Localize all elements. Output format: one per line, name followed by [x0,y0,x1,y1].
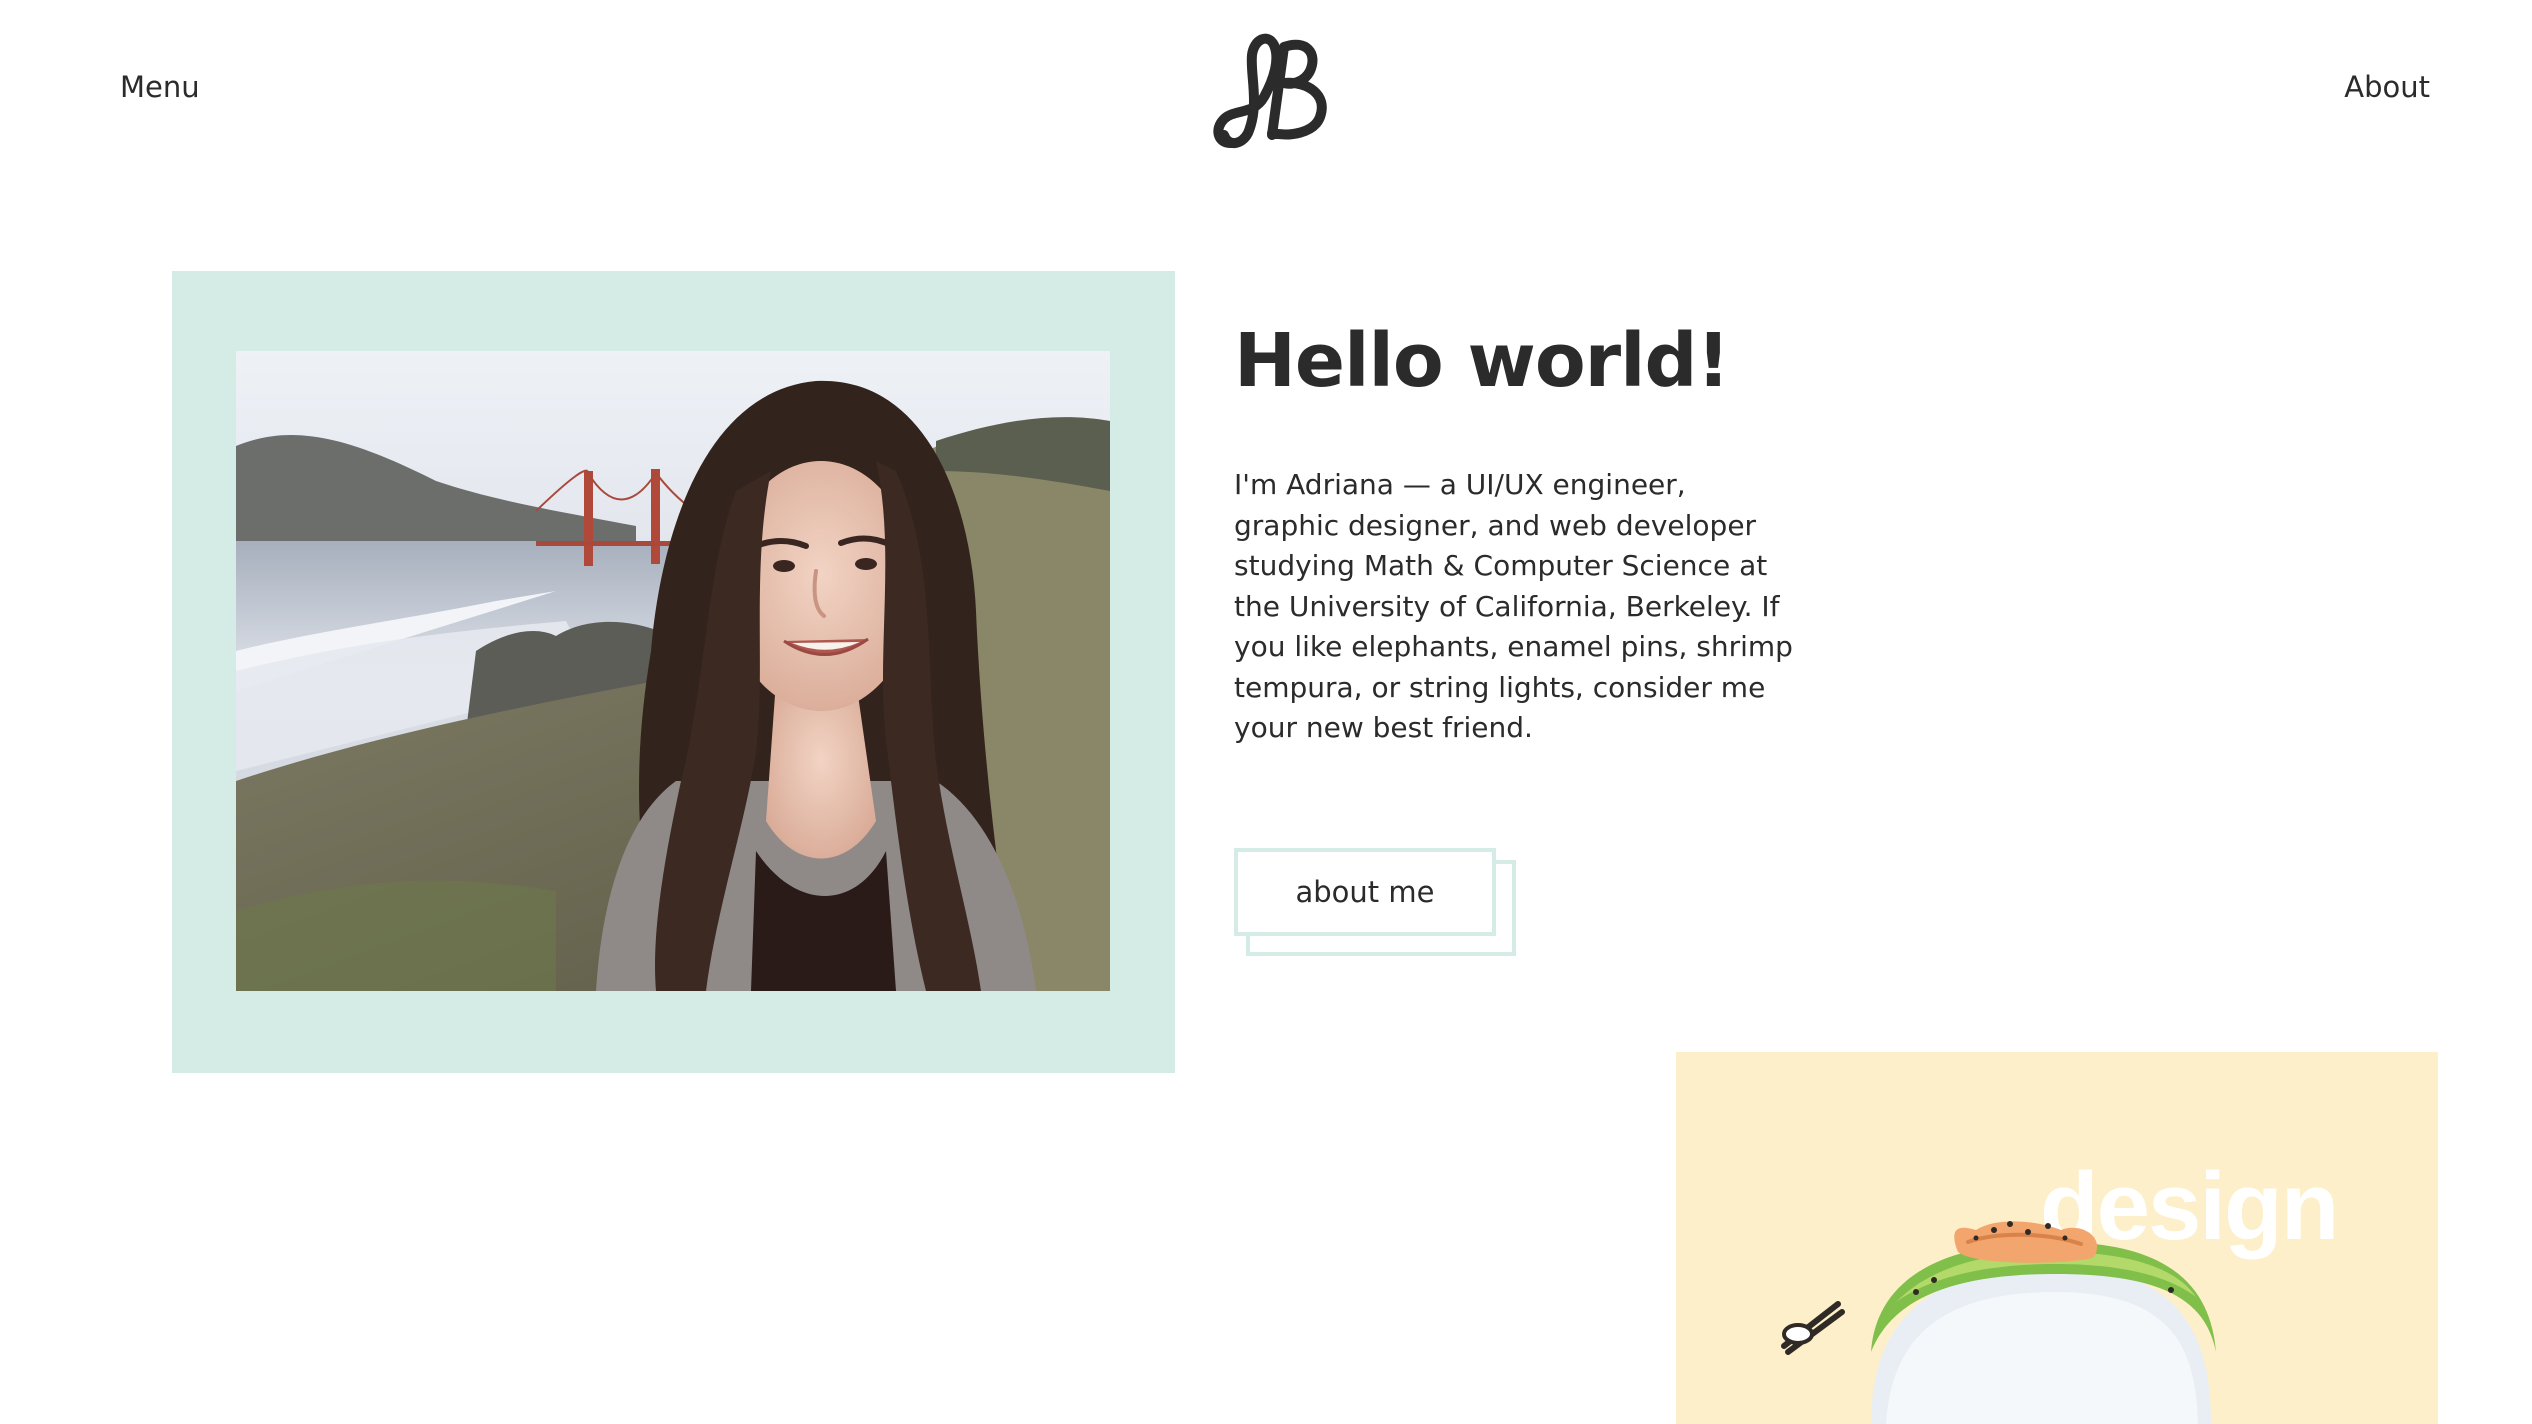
page-title: Hello world! [1234,318,1730,404]
design-project-card[interactable]: design [1676,1052,2438,1424]
logo-icon [1213,33,1327,148]
portrait-photo [236,351,1110,991]
intro-paragraph: I'm Adriana — a UI/UX engineer, graphic … [1234,468,1793,744]
menu-link[interactable]: Menu [120,70,200,104]
sushi-illustration [1781,1221,2216,1424]
page: Menu About Hello world! I'm Adriana — a … [0,0,2532,1424]
about-link[interactable]: About [2344,70,2430,104]
ab-monogram-logo[interactable] [1210,25,1340,155]
chopsticks-icon [1781,1301,1845,1355]
portrait-frame [172,271,1175,1073]
about-me-button-group: about me [1234,848,1519,960]
about-me-button[interactable]: about me [1234,848,1496,936]
portrait-photo-art [236,351,1110,991]
